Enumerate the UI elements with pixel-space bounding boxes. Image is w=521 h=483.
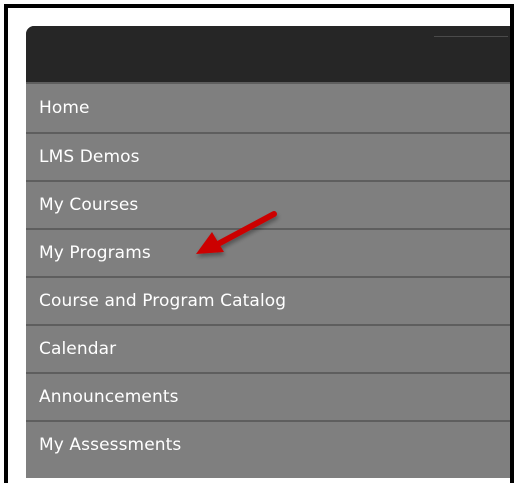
menu-item-my-courses[interactable]: My Courses <box>26 180 510 228</box>
menu-item-label: My Assessments <box>39 435 182 455</box>
menu-item-announcements[interactable]: Announcements <box>26 372 510 420</box>
menu-item-label: Course and Program Catalog <box>39 291 287 311</box>
menu-item-label: LMS Demos <box>39 147 140 167</box>
header-divider <box>434 36 508 37</box>
menu-list: Home LMS Demos My Courses My Programs Co… <box>26 82 510 468</box>
menu-item-label: Announcements <box>39 387 179 407</box>
menu-item-label: My Programs <box>39 243 151 263</box>
menu-item-catalog[interactable]: Course and Program Catalog <box>26 276 510 324</box>
menu-header <box>26 26 510 82</box>
menu-item-my-programs[interactable]: My Programs <box>26 228 510 276</box>
menu-item-label: Home <box>39 98 90 118</box>
menu-item-home[interactable]: Home <box>26 82 510 132</box>
navigation-menu: Home LMS Demos My Courses My Programs Co… <box>26 26 510 478</box>
menu-item-label: My Courses <box>39 195 139 215</box>
menu-item-calendar[interactable]: Calendar <box>26 324 510 372</box>
menu-item-my-assessments[interactable]: My Assessments <box>26 420 510 468</box>
screenshot-frame: Home LMS Demos My Courses My Programs Co… <box>4 4 514 483</box>
menu-item-label: Calendar <box>39 339 117 359</box>
menu-item-lms-demos[interactable]: LMS Demos <box>26 132 510 180</box>
